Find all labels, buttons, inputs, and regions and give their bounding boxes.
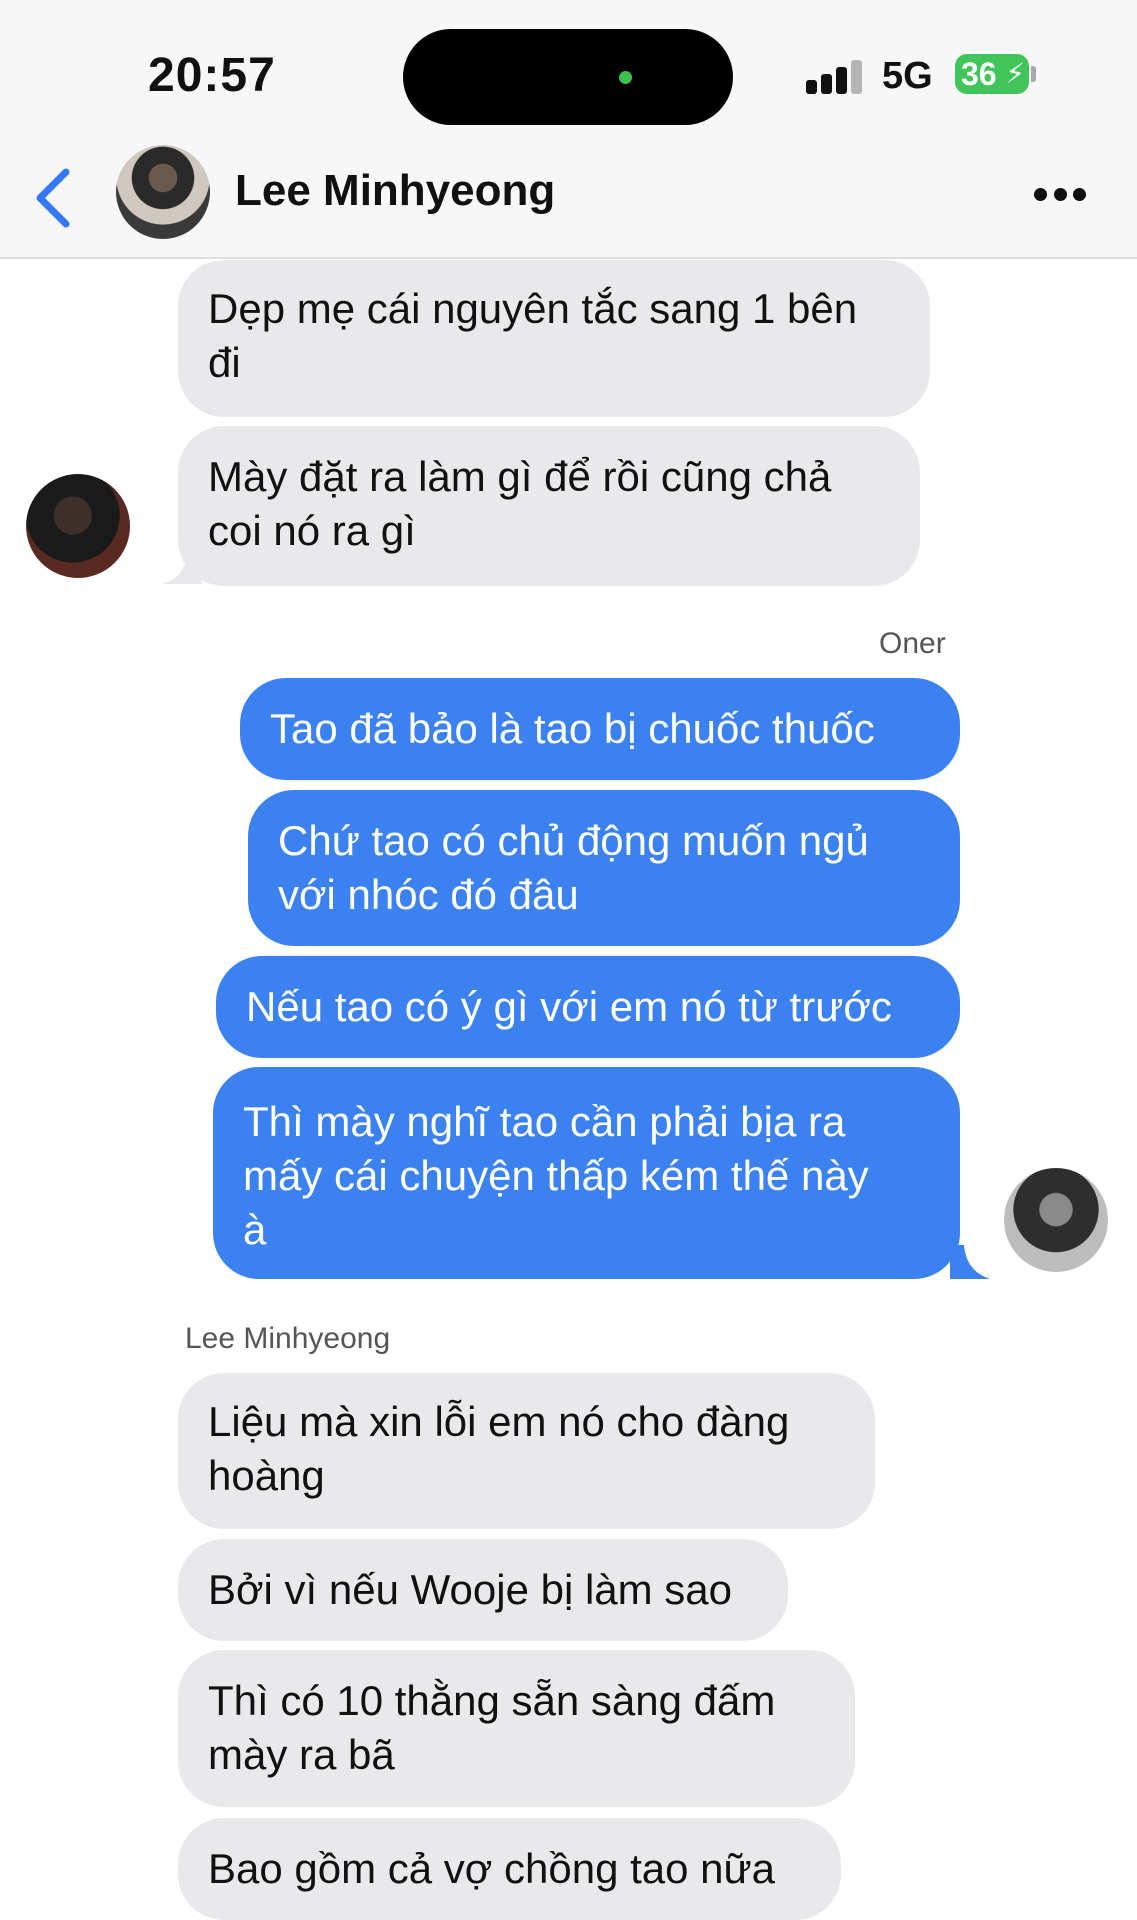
battery-icon: 36 ⚡ (955, 54, 1029, 94)
message-bubble-outgoing[interactable]: Nếu tao có ý gì với em nó từ trước (216, 956, 960, 1058)
bubble-tail (950, 1245, 990, 1279)
status-time: 20:57 (148, 49, 276, 102)
message-bubble-incoming[interactable]: Bởi vì nếu Wooje bị làm sao (178, 1539, 788, 1641)
battery-level: 36 (961, 56, 997, 92)
sender-label-oner: Oner (879, 627, 946, 660)
sender-label-lee-minhyeong: Lee Minhyeong (185, 1322, 391, 1355)
message-bubble-outgoing[interactable]: Chứ tao có chủ động muốn ngủ với nhóc đó… (248, 790, 960, 946)
contact-avatar[interactable] (116, 145, 210, 239)
top-bar: 20:57 5G 36 ⚡ Lee Minhyeong (0, 0, 1137, 259)
message-bubble-incoming[interactable]: Thì có 10 thằng sẵn sàng đấm mày ra bã (178, 1650, 855, 1807)
chevron-left-icon[interactable] (30, 166, 74, 230)
sender-avatar[interactable] (26, 474, 130, 578)
battery-tip (1031, 66, 1036, 82)
contact-name[interactable]: Lee Minhyeong (235, 166, 555, 216)
message-bubble-incoming[interactable]: Mày đặt ra làm gì để rồi cũng chả coi nó… (178, 426, 920, 586)
message-bubble-incoming[interactable]: Dẹp mẹ cái nguyên tắc sang 1 bên đi (178, 260, 930, 417)
charging-icon: ⚡ (1005, 58, 1025, 89)
message-bubble-outgoing[interactable]: Thì mày nghĩ tao cần phải bịa ra mấy cái… (213, 1067, 960, 1279)
dynamic-island (403, 29, 733, 125)
network-type: 5G (882, 55, 933, 97)
own-avatar[interactable] (1004, 1168, 1108, 1272)
message-bubble-incoming[interactable]: Bao gồm cả vợ chồng tao nữa (178, 1818, 841, 1920)
more-options-icon[interactable] (1034, 188, 1086, 202)
message-bubble-outgoing[interactable]: Tao đã bảo là tao bị chuốc thuốc (240, 678, 960, 780)
camera-indicator (619, 71, 632, 84)
bubble-tail (162, 554, 202, 584)
message-bubble-incoming[interactable]: Liệu mà xin lỗi em nó cho đàng hoàng (178, 1373, 875, 1529)
signal-icon (806, 58, 866, 94)
